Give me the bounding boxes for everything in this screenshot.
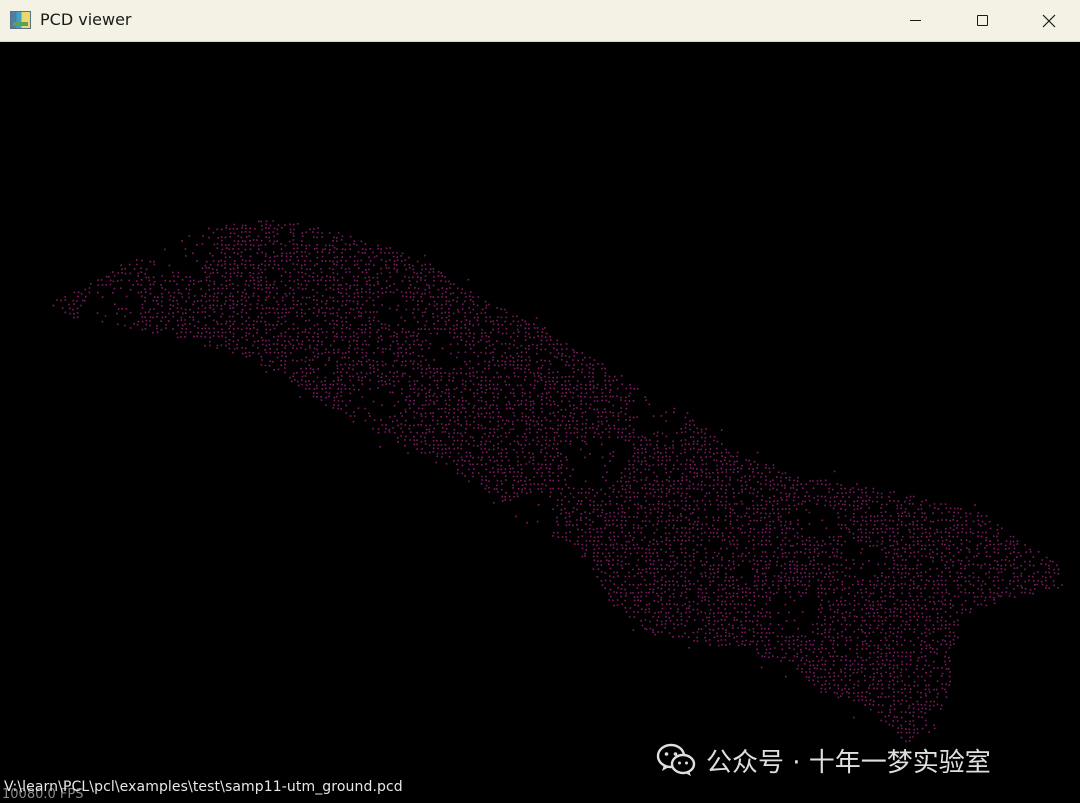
point-cloud [52,220,1063,743]
close-icon [1042,14,1056,27]
pcd-viewer-window: PCD viewer 10080.0 FPS V:\learn\PCL\pcl\… [0,0,1080,803]
app-icon [10,11,31,29]
window-title: PCD viewer [40,10,132,29]
point-cloud-scan [52,220,1063,743]
minimize-button[interactable] [892,0,938,41]
title-bar[interactable]: PCD viewer [0,0,1080,42]
watermark-text: 公众号 · 十年一梦实验室 [706,747,991,778]
point-cloud-viewport[interactable]: 10080.0 FPS V:\learn\PCL\pcl\examples\te… [0,42,1080,803]
point-cloud-points [52,220,1063,743]
watermark: 公众号 · 十年一梦实验室 [656,740,991,780]
maximize-icon [976,15,988,26]
maximize-button[interactable] [959,0,1005,41]
minimize-icon [909,20,921,21]
wechat-logo-icon [656,743,696,776]
file-path-label: V:\learn\PCL\pcl\examples\test\samp11-ut… [4,779,403,795]
close-button[interactable] [1026,0,1072,41]
